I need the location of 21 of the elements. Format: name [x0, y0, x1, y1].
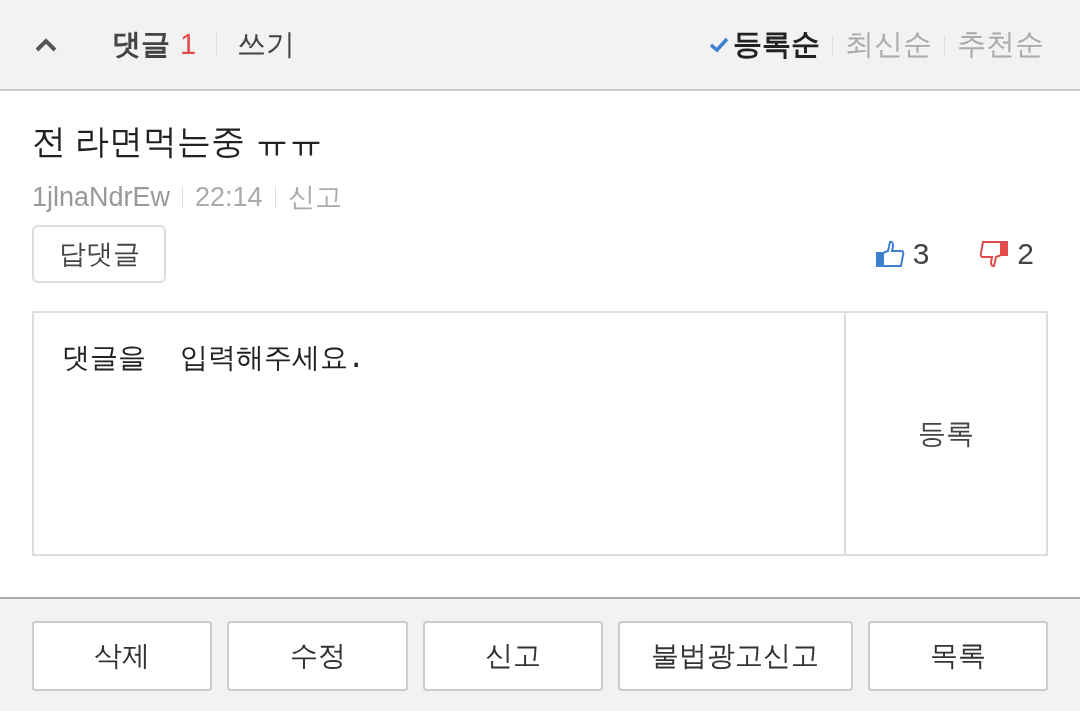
reply-button[interactable]: 답댓글 — [32, 225, 166, 283]
comment-label: 댓글 — [112, 26, 170, 62]
action-button[interactable]: 불법광고신고 — [618, 621, 853, 691]
write-link[interactable]: 쓰기 — [237, 24, 296, 65]
action-button[interactable]: 목록 — [867, 621, 1048, 691]
author-name: 1jlnaNdrEw — [32, 181, 171, 213]
comment-text: 전 라면먹는중 ㅠㅠ — [32, 121, 324, 162]
comment-time: 22:14 — [195, 181, 263, 213]
comment-input[interactable]: 댓글을 입력해주세요. — [32, 311, 846, 556]
thumbs-down-icon[interactable] — [979, 240, 1010, 268]
thumbs-up-icon[interactable] — [874, 240, 905, 268]
dislike-count: 2 — [1017, 237, 1034, 271]
action-button[interactable]: 신고 — [422, 621, 604, 691]
submit-button[interactable]: 등록 — [846, 311, 1048, 556]
check-icon — [709, 36, 729, 53]
sort-option[interactable]: 등록순 — [709, 24, 820, 65]
action-button[interactable]: 수정 — [227, 621, 408, 691]
action-button[interactable]: 삭제 — [32, 621, 213, 691]
like-count: 3 — [912, 237, 930, 271]
comment-count: 1 — [180, 28, 197, 61]
collapse-icon[interactable] — [34, 36, 58, 53]
